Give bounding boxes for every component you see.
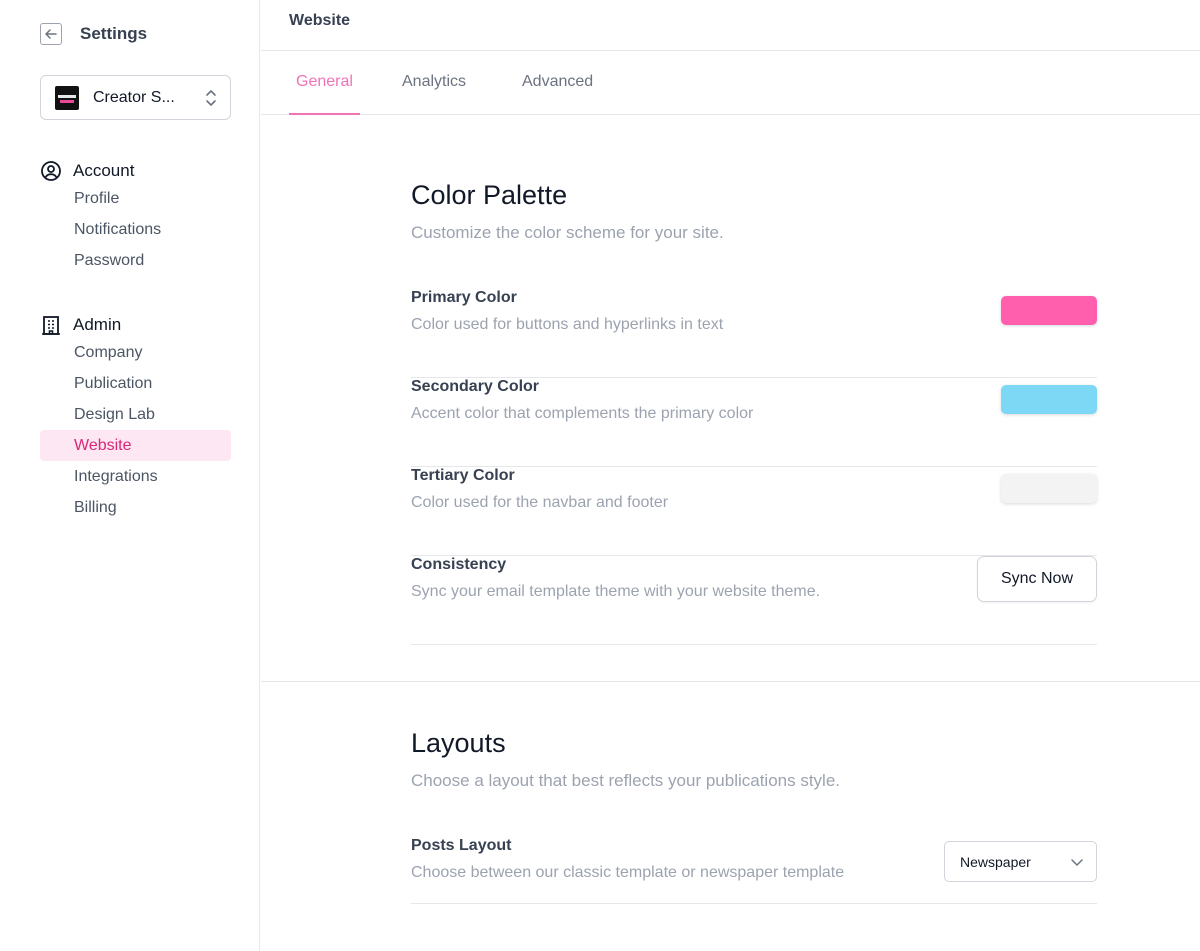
posts-layout-select[interactable]: Newspaper (944, 841, 1097, 882)
section-title: Layouts (411, 728, 506, 758)
sidebar-item-company[interactable]: Company (40, 337, 231, 368)
row-description: Color used for the navbar and footer (411, 494, 669, 511)
posts-layout-row: Posts Layout Choose between our classic … (411, 837, 1097, 904)
tab-general[interactable]: General (289, 51, 360, 115)
nav-group-header: Account (40, 158, 231, 184)
row-description: Accent color that complements the primar… (411, 405, 754, 422)
row-description: Choose between our classic template or n… (411, 864, 845, 881)
nav-group-account: Account Profile Notifications Password (40, 158, 231, 276)
page-header: Website (261, 0, 1200, 51)
arrow-left-icon (45, 29, 57, 39)
publication-logo (55, 85, 79, 110)
section-subtitle: Customize the color scheme for your site… (411, 223, 724, 242)
sidebar-title: Settings (80, 24, 148, 43)
row-label: Consistency (411, 556, 507, 573)
row-label: Posts Layout (411, 837, 512, 854)
row-label: Tertiary Color (411, 467, 515, 484)
nav-group-label: Account (73, 161, 135, 180)
publication-name: Creator S... (93, 88, 175, 106)
layouts-section: Layouts Choose a layout that best reflec… (411, 728, 1097, 791)
main-content: Website General Analytics Advanced Color… (261, 0, 1200, 951)
sidebar-item-profile[interactable]: Profile (40, 183, 231, 214)
color-palette-section: Color Palette Customize the color scheme… (411, 180, 1097, 243)
select-value: Newspaper (960, 853, 1031, 870)
primary-color-swatch[interactable] (1001, 296, 1097, 325)
sidebar-item-billing[interactable]: Billing (40, 492, 231, 523)
chevron-up-down-icon (206, 89, 216, 106)
sidebar-header: Settings (40, 22, 147, 46)
nav-group-admin: Admin Company Publication Design Lab Web… (40, 312, 231, 523)
sidebar-item-notifications[interactable]: Notifications (40, 214, 231, 245)
row-description: Sync your email template theme with your… (411, 583, 821, 600)
tertiary-color-row: Tertiary Color Color used for the navbar… (411, 467, 1097, 556)
chevron-down-icon (1071, 858, 1083, 866)
tertiary-color-swatch[interactable] (1001, 474, 1097, 503)
nav-group-label: Admin (73, 315, 122, 334)
tab-analytics[interactable]: Analytics (402, 51, 466, 115)
sidebar-item-website[interactable]: Website (40, 430, 231, 461)
secondary-color-row: Secondary Color Accent color that comple… (411, 378, 1097, 467)
secondary-color-swatch[interactable] (1001, 385, 1097, 414)
publication-selector[interactable]: Creator S... (40, 75, 231, 120)
nav-group-header: Admin (40, 312, 231, 338)
sidebar-item-password[interactable]: Password (40, 245, 231, 276)
page-title: Website (289, 12, 351, 29)
user-circle-icon (41, 161, 61, 181)
settings-sidebar: Settings Creator S... Account Profile No… (0, 0, 260, 951)
primary-color-row: Primary Color Color used for buttons and… (411, 289, 1097, 378)
building-icon (42, 316, 60, 335)
sidebar-item-design-lab[interactable]: Design Lab (40, 399, 231, 430)
tab-bar: General Analytics Advanced (261, 51, 1200, 115)
row-description: Color used for buttons and hyperlinks in… (411, 316, 724, 333)
sidebar-item-publication[interactable]: Publication (40, 368, 231, 399)
row-label: Primary Color (411, 289, 517, 306)
row-label: Secondary Color (411, 378, 540, 395)
sync-now-button[interactable]: Sync Now (977, 556, 1097, 602)
back-button[interactable] (40, 23, 62, 45)
section-divider (261, 681, 1200, 682)
section-subtitle: Choose a layout that best reflects your … (411, 771, 841, 790)
sidebar-item-integrations[interactable]: Integrations (40, 461, 231, 492)
consistency-row: Consistency Sync your email template the… (411, 556, 1097, 645)
tab-advanced[interactable]: Advanced (522, 51, 593, 115)
section-title: Color Palette (411, 180, 568, 210)
